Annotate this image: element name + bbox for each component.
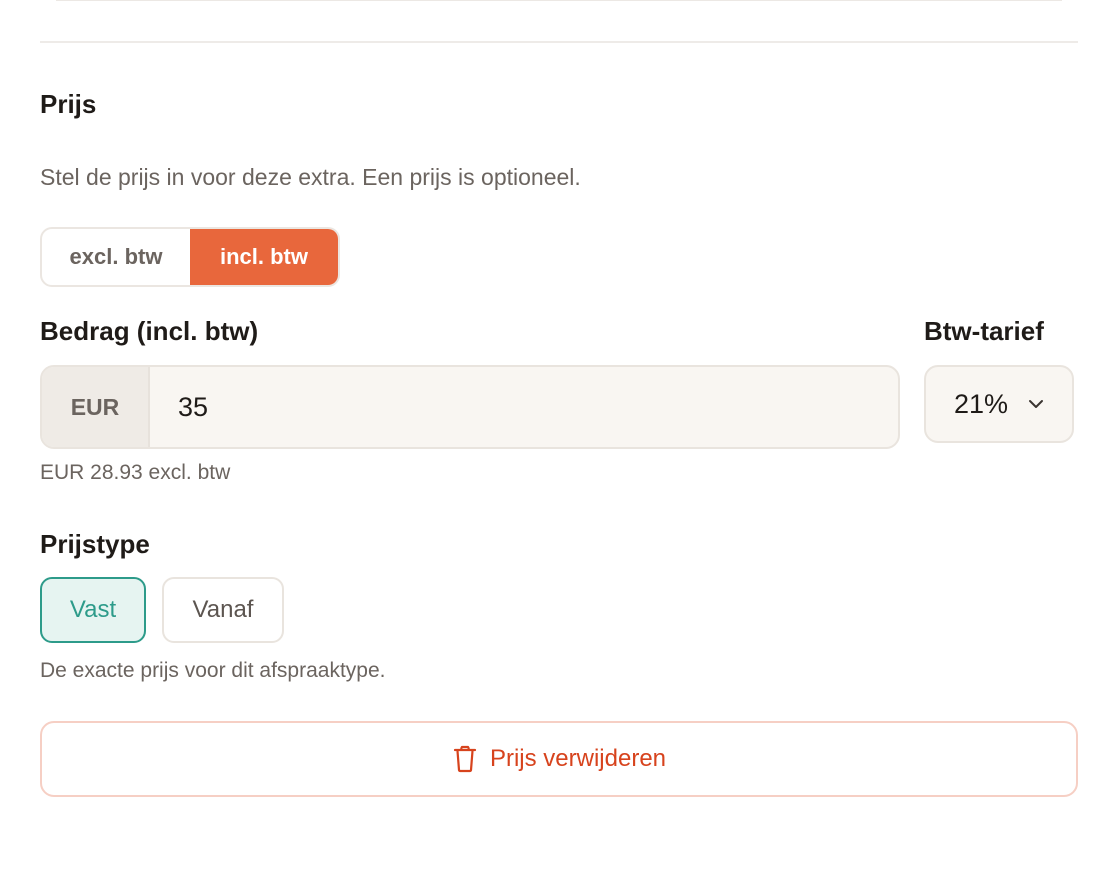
trash-icon	[452, 745, 478, 773]
section-description: Stel de prijs in voor deze extra. Een pr…	[40, 164, 581, 190]
vat-option-excl[interactable]: excl. btw	[42, 229, 190, 285]
amount-input[interactable]	[150, 367, 898, 447]
price-type-label: Prijstype	[40, 529, 150, 559]
section-divider	[40, 41, 1078, 43]
section-title: Prijs	[40, 89, 97, 119]
currency-addon: EUR	[42, 367, 150, 447]
price-type-hint: De exacte prijs voor dit afspraaktype.	[40, 659, 386, 682]
vat-rate-value: 21%	[954, 388, 1009, 419]
vat-option-incl[interactable]: incl. btw	[190, 229, 338, 285]
amount-excl-hint: EUR 28.93 excl. btw	[40, 461, 231, 484]
price-type-from-button[interactable]: Vanaf	[162, 577, 284, 643]
vat-rate-select[interactable]: 21%	[924, 365, 1074, 443]
vat-rate-label: Btw-tarief	[924, 316, 1044, 346]
amount-label: Bedrag (incl. btw)	[40, 316, 259, 346]
top-edge-line	[56, 0, 1062, 1]
remove-price-button[interactable]: Prijs verwijderen	[40, 721, 1078, 797]
price-type-fixed-button[interactable]: Vast	[40, 577, 146, 643]
remove-price-label: Prijs verwijderen	[489, 745, 667, 772]
amount-input-group: EUR	[40, 365, 900, 449]
vat-mode-toggle: excl. btw incl. btw	[40, 227, 340, 287]
chevron-down-icon	[1026, 394, 1046, 414]
